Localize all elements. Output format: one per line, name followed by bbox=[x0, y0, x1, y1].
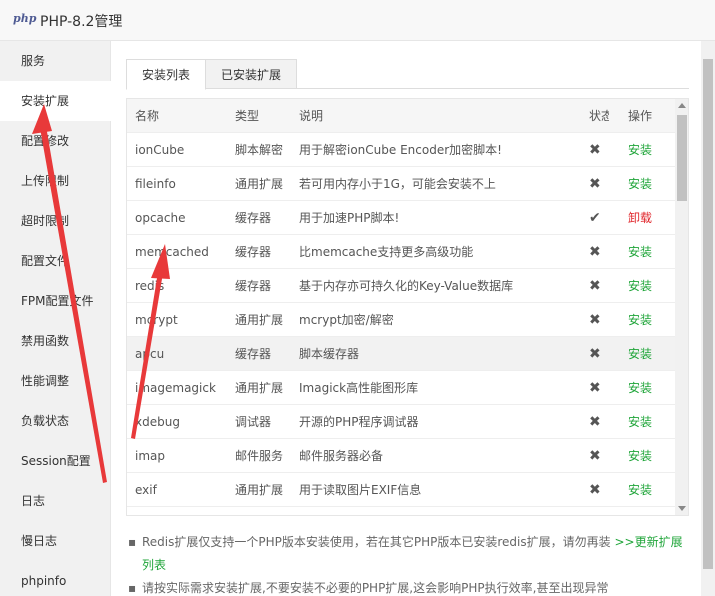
arrow-shaft-1 bbox=[40, 126, 107, 483]
annotation-arrow-1 bbox=[32, 104, 107, 483]
annotation-arrow-2 bbox=[131, 244, 170, 439]
arrow-head-2 bbox=[151, 244, 170, 279]
arrow-shaft-2 bbox=[131, 272, 163, 439]
annotation-arrows bbox=[32, 104, 170, 483]
arrow-head-1 bbox=[32, 104, 52, 134]
